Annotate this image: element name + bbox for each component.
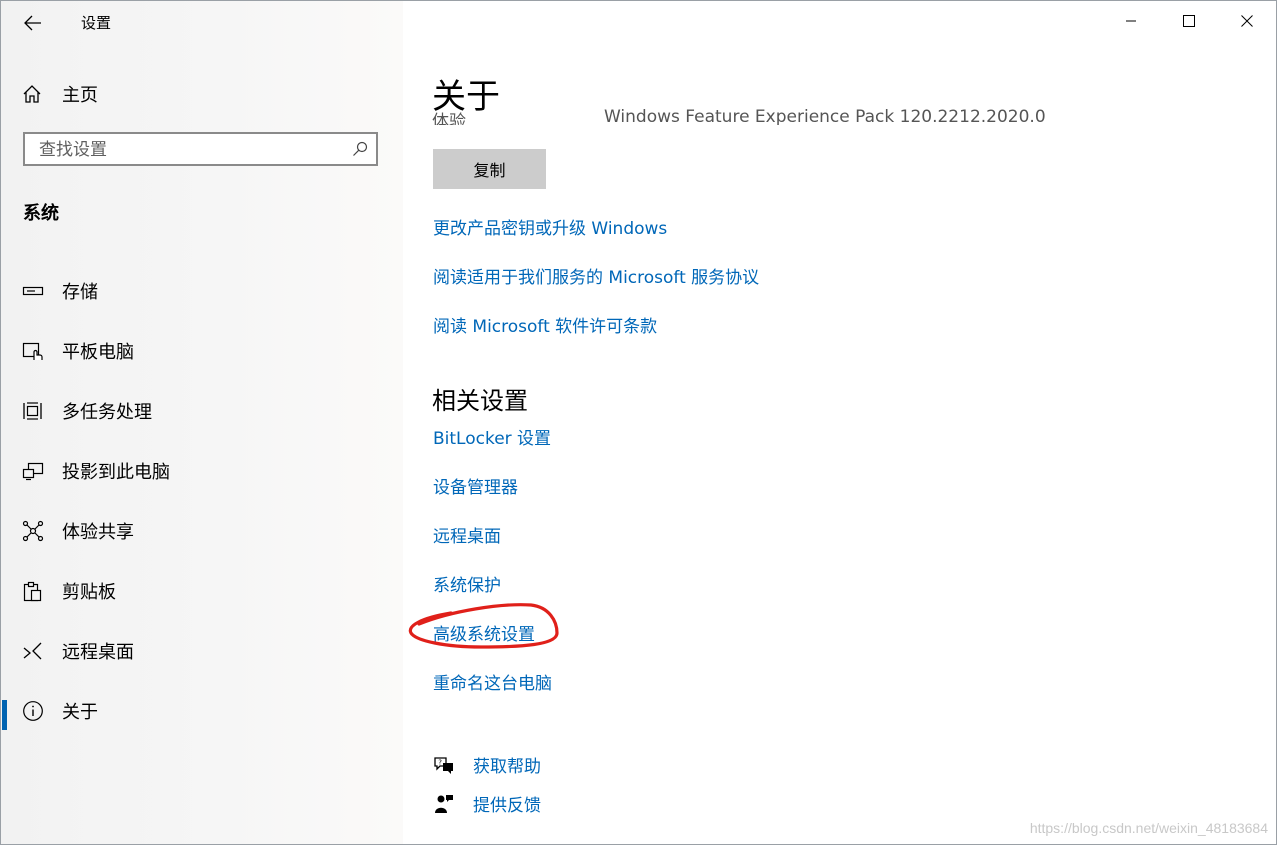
sidebar-item-tablet[interactable]: 平板电脑	[1, 321, 403, 381]
sidebar-item-label: 关于	[62, 702, 98, 723]
search-box[interactable]	[23, 132, 378, 166]
home-label: 主页	[62, 85, 98, 106]
nav-list: 存储 平板电脑 多任务处理 投影到此电脑 体验共享 剪贴板 远程桌面 关于	[1, 261, 403, 741]
search-input[interactable]	[39, 140, 339, 160]
home-icon	[23, 85, 41, 103]
sidebar-item-clipboard[interactable]: 剪贴板	[1, 561, 403, 621]
experience-value: Windows Feature Experience Pack 120.2212…	[604, 109, 1046, 125]
title-bar: 设置	[1, 1, 403, 43]
sidebar-item-remote-desktop[interactable]: 远程桌面	[1, 621, 403, 681]
sidebar-item-label: 远程桌面	[62, 642, 134, 663]
home-nav-item[interactable]: 主页	[21, 79, 98, 109]
active-indicator	[2, 700, 7, 730]
back-button[interactable]	[15, 9, 51, 37]
window-controls	[1102, 1, 1276, 41]
get-help-label: 获取帮助	[473, 757, 541, 777]
get-help-link[interactable]: ? 获取帮助	[433, 752, 541, 777]
copy-button[interactable]: 复制	[433, 149, 546, 189]
feedback-link[interactable]: 提供反馈	[433, 791, 541, 816]
tablet-icon	[22, 340, 44, 362]
svg-text:?: ?	[438, 758, 442, 766]
system-protection-link[interactable]: 系统保护	[433, 571, 501, 596]
info-icon	[22, 700, 44, 722]
feedback-label: 提供反馈	[473, 796, 541, 816]
page-title: 关于	[432, 77, 500, 117]
search-icon[interactable]	[352, 141, 368, 157]
sidebar-item-label: 多任务处理	[62, 402, 152, 423]
sidebar-item-shared-experiences[interactable]: 体验共享	[1, 501, 403, 561]
related-settings-heading: 相关设置	[432, 387, 528, 415]
service-agreement-link[interactable]: 阅读适用于我们服务的 Microsoft 服务协议	[433, 263, 759, 288]
rename-pc-link[interactable]: 重命名这台电脑	[433, 669, 552, 694]
shared-experiences-icon	[22, 520, 44, 542]
remote-desktop-icon	[22, 640, 44, 662]
sidebar: 设置 主页 系统 存储	[1, 1, 403, 844]
sidebar-item-about[interactable]: 关于	[1, 681, 403, 741]
help-chat-icon: ?	[433, 754, 455, 776]
bitlocker-settings-link[interactable]: BitLocker 设置	[433, 424, 551, 449]
app-title: 设置	[81, 14, 112, 32]
multitasking-icon	[22, 400, 44, 422]
maximize-icon	[1183, 15, 1195, 27]
sidebar-item-multitasking[interactable]: 多任务处理	[1, 381, 403, 441]
close-button[interactable]	[1218, 1, 1276, 41]
sidebar-item-label: 平板电脑	[62, 342, 134, 363]
section-heading: 系统	[23, 203, 59, 224]
sidebar-item-label: 投影到此电脑	[62, 462, 170, 483]
maximize-button[interactable]	[1160, 1, 1218, 41]
minimize-button[interactable]	[1102, 1, 1160, 41]
license-terms-link[interactable]: 阅读 Microsoft 软件许可条款	[433, 312, 657, 337]
watermark-text: https://blog.csdn.net/weixin_48183684	[1029, 820, 1268, 836]
advanced-system-settings-link[interactable]: 高级系统设置	[433, 620, 535, 645]
close-icon	[1241, 15, 1253, 27]
device-manager-link[interactable]: 设备管理器	[433, 473, 518, 498]
project-icon	[22, 460, 44, 482]
feedback-icon	[433, 793, 455, 815]
experience-row-clipped: 体验 Windows Feature Experience Pack 120.2…	[432, 109, 1132, 125]
change-product-key-link[interactable]: 更改产品密钥或升级 Windows	[433, 214, 667, 239]
clipboard-icon	[22, 580, 44, 602]
sidebar-item-label: 体验共享	[62, 522, 134, 543]
sidebar-item-project[interactable]: 投影到此电脑	[1, 441, 403, 501]
remote-desktop-link[interactable]: 远程桌面	[433, 522, 501, 547]
settings-window: 设置 主页 系统 存储	[0, 0, 1277, 845]
sidebar-item-label: 存储	[62, 282, 98, 303]
sidebar-item-storage[interactable]: 存储	[1, 261, 403, 321]
minimize-icon	[1126, 20, 1136, 22]
storage-icon	[22, 280, 44, 302]
sidebar-item-label: 剪贴板	[62, 582, 116, 603]
main-content: 关于 体验 Windows Feature Experience Pack 12…	[403, 1, 1276, 844]
back-arrow-icon	[24, 15, 41, 31]
